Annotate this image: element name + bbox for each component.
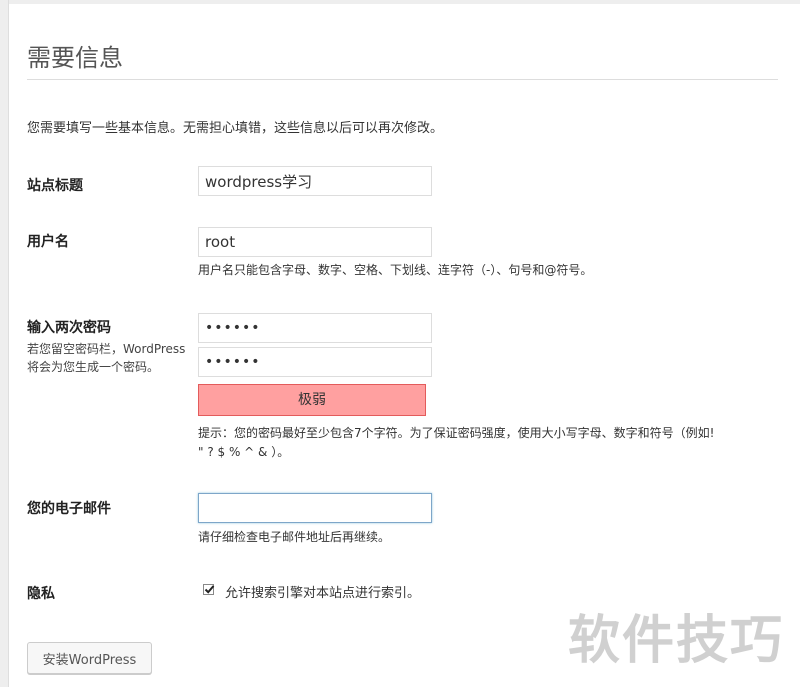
privacy-checkbox[interactable] <box>203 584 215 595</box>
window-left-edge <box>0 0 9 687</box>
title-divider <box>27 79 778 80</box>
email-hint: 请仔细检查电子邮件地址后再继续。 <box>198 530 391 544</box>
site-title-input[interactable] <box>198 166 432 196</box>
password-strength-indicator: 极弱 <box>198 384 426 416</box>
username-label: 用户名 <box>27 234 69 250</box>
window-top-edge <box>0 0 800 4</box>
password-input-2[interactable] <box>198 347 432 377</box>
watermark: 软件技巧 <box>568 611 785 671</box>
password-input-1[interactable] <box>198 313 432 343</box>
password-label: 输入两次密码 <box>27 320 111 336</box>
intro-text: 您需要填写一些基本信息。无需担心填错，这些信息以后可以再次修改。 <box>27 121 444 136</box>
email-label: 您的电子邮件 <box>27 501 111 517</box>
email-input[interactable] <box>198 493 432 523</box>
checkmark-icon <box>204 585 215 594</box>
password-sub-label: 若您留空密码栏，WordPress将会为您生成一个密码。 <box>27 342 186 374</box>
username-input[interactable] <box>198 227 432 257</box>
install-wordpress-button[interactable]: 安装WordPress <box>27 642 152 674</box>
password-hint-line2: " ? $ % ^ & ）。 <box>198 445 290 459</box>
username-hint: 用户名只能包含字母、数字、空格、下划线、连字符（-）、句号和@符号。 <box>198 263 593 277</box>
privacy-checkbox-label[interactable]: 允许搜索引擎对本站点进行索引。 <box>225 582 420 601</box>
page-title: 需要信息 <box>27 44 123 72</box>
site-title-label: 站点标题 <box>27 178 83 194</box>
password-hint-line1: 提示：您的密码最好至少包含7个字符。为了保证密码强度，使用大小写字母、数字和符号… <box>198 426 715 440</box>
privacy-label: 隐私 <box>27 586 55 602</box>
